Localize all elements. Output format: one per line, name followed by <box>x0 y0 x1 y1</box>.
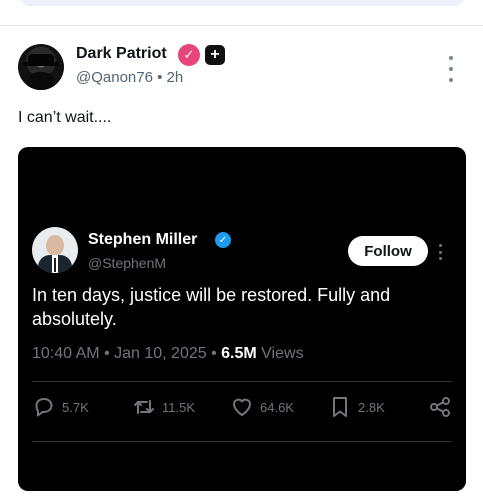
like-icon <box>233 398 251 416</box>
meta-dot: • <box>211 345 222 362</box>
post-time: 2h <box>166 69 184 86</box>
divider <box>32 441 452 442</box>
embedded-author-name[interactable]: Stephen Miller <box>88 231 197 249</box>
share-button[interactable] <box>428 395 452 419</box>
embedded-avatar-tie <box>54 258 56 272</box>
embedded-post-card[interactable]: Stephen Miller ✓ @StephenM Follow In ten… <box>18 147 466 491</box>
like-count: 64.6K <box>260 399 294 415</box>
author-handle-time: @Qanon76 • 2h <box>76 69 183 86</box>
embedded-avatar[interactable] <box>32 227 78 273</box>
bookmark-button[interactable]: 2.8K <box>328 395 385 419</box>
verified-blue-icon: ✓ <box>215 232 231 248</box>
action-bar: 5.7K 11.5K 64.6K 2.8K <box>32 395 452 419</box>
repost-icon <box>134 400 154 414</box>
bookmark-count: 2.8K <box>358 399 385 415</box>
tweet-time: 10:40 AM <box>32 345 100 362</box>
avatar[interactable] <box>18 44 64 90</box>
embedded-author-handle[interactable]: @StephenM <box>88 255 166 271</box>
tweet-meta: 10:40 AM • Jan 10, 2025 • 6.5M Views <box>32 345 304 363</box>
reply-count: 5.7K <box>62 399 89 415</box>
tweet-date: Jan 10, 2025 <box>114 345 207 362</box>
embedded-avatar-head <box>46 235 64 256</box>
previous-item-edge <box>18 0 466 6</box>
author-handle[interactable]: @Qanon76 <box>76 69 153 86</box>
card-more-icon[interactable] <box>439 244 443 260</box>
share-icon <box>430 397 450 417</box>
author-name[interactable]: Dark Patriot <box>76 45 167 63</box>
repost-count: 11.5K <box>162 399 196 415</box>
embedded-tweet-text: In ten days, justice will be restored. F… <box>32 285 391 329</box>
verified-pink-icon: ✓ <box>178 44 200 66</box>
bookmark-icon <box>333 397 347 417</box>
meta-dot: • <box>104 345 115 362</box>
avatar-coat <box>27 72 55 90</box>
views-label: Views <box>261 345 304 362</box>
divider <box>32 381 452 382</box>
more-vertical-icon[interactable] <box>444 56 458 82</box>
post-text: I can’t wait.... <box>18 109 112 126</box>
reply-icon <box>35 398 53 417</box>
views-count: 6.5M <box>221 345 257 362</box>
repost-button[interactable]: 11.5K <box>132 395 195 419</box>
divider <box>0 25 483 26</box>
like-button[interactable]: 64.6K <box>230 395 294 419</box>
follow-button[interactable]: Follow <box>348 236 428 266</box>
reply-button[interactable]: 5.7K <box>32 395 89 419</box>
plus-icon[interactable]: + <box>205 45 225 65</box>
meta-separator: • <box>157 69 167 86</box>
avatar-hat-brim <box>23 62 59 66</box>
